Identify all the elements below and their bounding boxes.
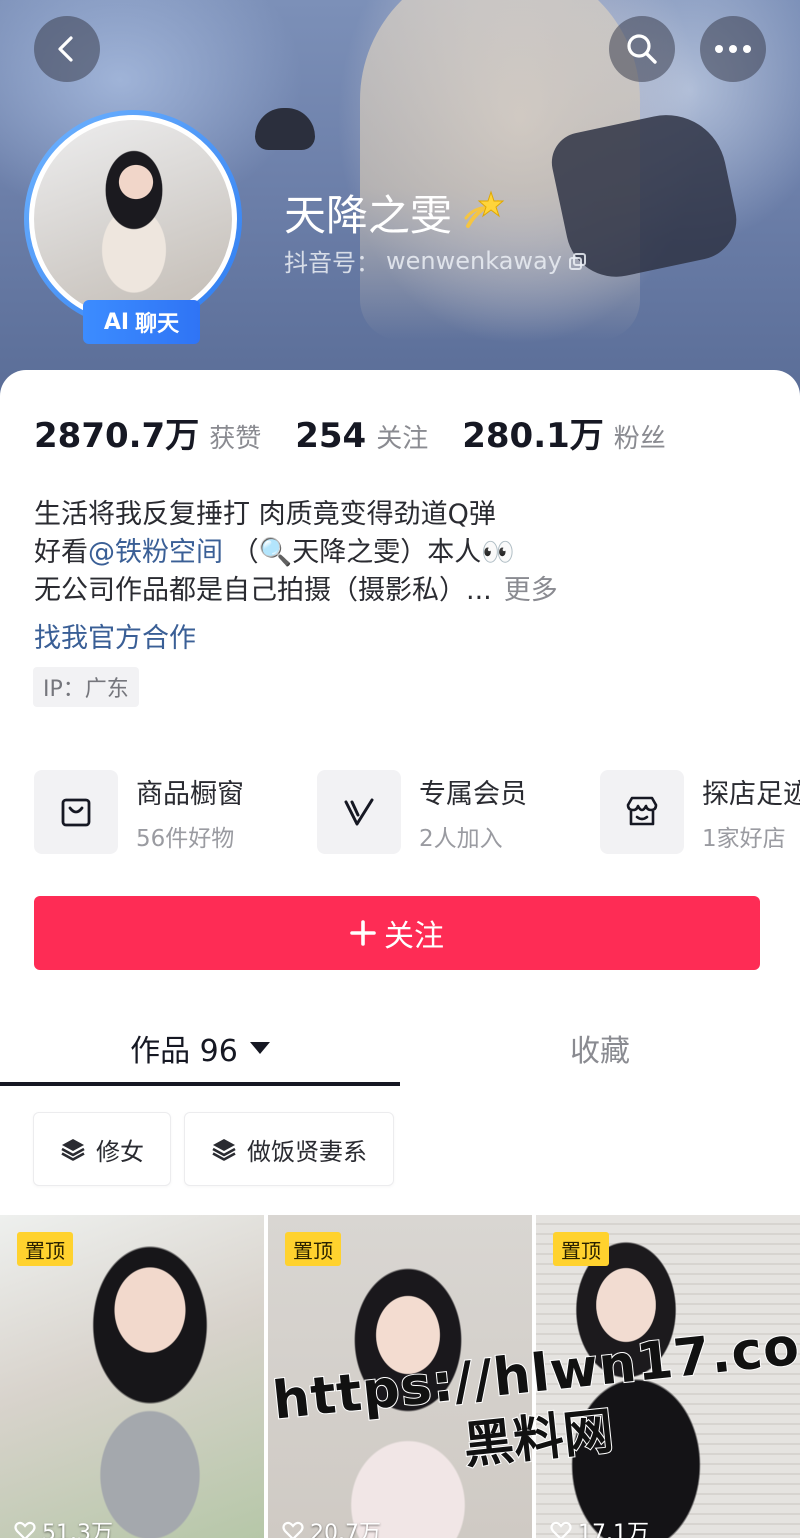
official-cooperation-link[interactable]: 找我官方合作 bbox=[34, 616, 196, 655]
heart-icon bbox=[14, 1521, 36, 1538]
stat-value: 2870.7万 bbox=[34, 416, 200, 456]
tab-works-label: 作品 96 bbox=[130, 1034, 238, 1069]
video-likes-count: 17.1万 bbox=[578, 1521, 649, 1538]
service-text: 探店足迹 1家好店 bbox=[702, 772, 800, 853]
bio-more-link[interactable]: 更多 bbox=[504, 575, 558, 606]
service-membership[interactable]: 专属会员 2人加入 bbox=[317, 770, 527, 854]
ai-badge-prefix: AI bbox=[103, 309, 130, 335]
ai-chat-badge[interactable]: AI 聊天 bbox=[83, 300, 200, 344]
video-likes-count: 20.7万 bbox=[310, 1521, 381, 1538]
search-button[interactable] bbox=[609, 16, 675, 82]
service-icon-box bbox=[34, 770, 118, 854]
bio-line-2: 好看@铁粉空间 （🔍天降之雯）本人👀 bbox=[34, 534, 558, 572]
banner-artwork-cat bbox=[255, 108, 315, 150]
profile-name-text: 天降之雯 bbox=[284, 191, 453, 240]
video-likes: 51.3万 bbox=[14, 1515, 113, 1538]
service-subtitle: 1家好店 bbox=[702, 825, 786, 852]
service-subtitle: 56件好物 bbox=[136, 825, 235, 852]
ip-location-tag: IP：广东 bbox=[33, 667, 139, 707]
ai-badge-label: 聊天 bbox=[135, 312, 180, 337]
stat-value: 254 bbox=[295, 416, 367, 456]
follow-button[interactable]: 关注 bbox=[34, 896, 760, 970]
heart-icon bbox=[282, 1521, 304, 1538]
shopping-bag-icon bbox=[61, 798, 91, 827]
avatar[interactable] bbox=[29, 115, 237, 323]
plus-icon bbox=[350, 920, 376, 946]
bio-text: 无公司作品都是自己拍摄（摄影私）... bbox=[34, 575, 492, 606]
service-icon-box bbox=[600, 770, 684, 854]
collection-chip[interactable]: 做饭贤妻系 bbox=[184, 1112, 394, 1186]
service-text: 专属会员 2人加入 bbox=[419, 772, 527, 853]
dizzy-star-icon bbox=[464, 189, 505, 228]
video-thumbnail[interactable]: 置顶 51.3万 bbox=[0, 1215, 264, 1538]
video-likes: 17.1万 bbox=[550, 1515, 649, 1538]
stat-label: 获赞 bbox=[209, 424, 262, 454]
service-shop-window[interactable]: 商品橱窗 56件好物 bbox=[34, 770, 244, 854]
douyin-id-label: 抖音号： bbox=[284, 249, 380, 277]
pinned-badge: 置顶 bbox=[553, 1232, 609, 1266]
collection-chip[interactable]: 修女 bbox=[33, 1112, 171, 1186]
profile-stats: 2870.7万 获赞 254 关注 280.1万 粉丝 bbox=[34, 408, 700, 457]
search-icon bbox=[627, 34, 657, 64]
more-horizontal-icon bbox=[715, 45, 751, 53]
stat-label: 关注 bbox=[376, 424, 429, 454]
stat-label: 粉丝 bbox=[613, 424, 666, 454]
more-button[interactable] bbox=[700, 16, 766, 82]
bio-line-3: 无公司作品都是自己拍摄（摄影私）... 更多 bbox=[34, 572, 558, 610]
service-title: 探店足迹 bbox=[702, 778, 800, 810]
tab-favorites[interactable]: 收藏 bbox=[400, 1010, 800, 1086]
tab-works[interactable]: 作品 96 bbox=[0, 1010, 400, 1086]
follow-button-label: 关注 bbox=[384, 919, 444, 954]
service-icon-box bbox=[317, 770, 401, 854]
back-button[interactable] bbox=[34, 16, 100, 82]
profile-name: 天降之雯 bbox=[284, 182, 508, 243]
pinned-badge: 置顶 bbox=[17, 1232, 73, 1266]
profile-bio: 生活将我反复捶打 肉质竟变得劲道Q弹 好看@铁粉空间 （🔍天降之雯）本人👀 无公… bbox=[34, 496, 558, 610]
bio-line-1: 生活将我反复捶打 肉质竟变得劲道Q弹 bbox=[34, 499, 496, 530]
bio-text: （🔍天降之雯）本人👀 bbox=[223, 537, 515, 568]
service-subtitle: 2人加入 bbox=[419, 825, 503, 852]
service-text: 商品橱窗 56件好物 bbox=[136, 772, 244, 853]
douyin-id: 抖音号： wenwenkaway bbox=[284, 243, 588, 278]
store-icon bbox=[626, 796, 658, 826]
service-title: 商品橱窗 bbox=[136, 778, 244, 810]
layers-icon bbox=[212, 1139, 236, 1161]
copy-icon[interactable] bbox=[568, 251, 588, 271]
chevron-left-icon bbox=[58, 36, 73, 62]
bio-mention-link[interactable]: @铁粉空间 bbox=[88, 537, 223, 568]
stat-value: 280.1万 bbox=[462, 416, 604, 456]
stat-followers[interactable]: 280.1万 粉丝 bbox=[462, 408, 666, 457]
avatar-ring[interactable] bbox=[24, 110, 242, 328]
collection-label: 做饭贤妻系 bbox=[247, 1137, 367, 1166]
stat-following[interactable]: 254 关注 bbox=[295, 416, 428, 456]
bio-text: 好看 bbox=[34, 537, 88, 568]
vip-v-icon bbox=[344, 798, 374, 826]
active-tab-indicator bbox=[0, 1082, 400, 1086]
service-store-visits[interactable]: 探店足迹 1家好店 bbox=[600, 770, 800, 854]
stat-likes[interactable]: 2870.7万 获赞 bbox=[34, 408, 261, 457]
douyin-id-value: wenwenkaway bbox=[386, 246, 562, 275]
video-likes-count: 51.3万 bbox=[42, 1521, 113, 1538]
layers-icon bbox=[61, 1139, 85, 1161]
pinned-badge: 置顶 bbox=[285, 1232, 341, 1266]
collection-label: 修女 bbox=[96, 1137, 144, 1166]
caret-down-icon bbox=[249, 1042, 270, 1054]
heart-icon bbox=[550, 1521, 572, 1538]
tab-favorites-label: 收藏 bbox=[570, 1034, 630, 1069]
service-title: 专属会员 bbox=[419, 778, 527, 810]
